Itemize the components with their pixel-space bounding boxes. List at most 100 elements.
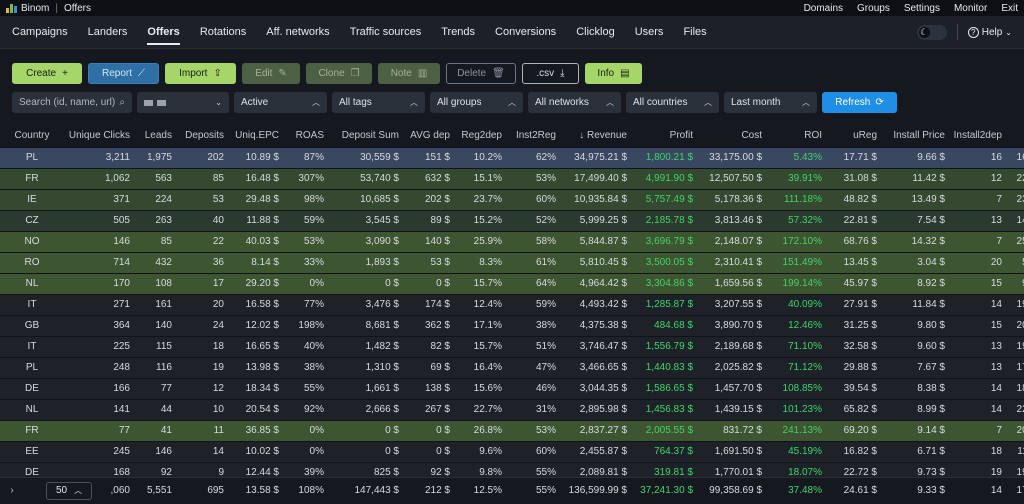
create-button[interactable]: Create +: [12, 63, 82, 84]
report-button[interactable]: Report ⟋: [88, 63, 159, 84]
table-row[interactable]: GB 364 140 24 12.02 $198% 8,681 $362 $17.1% 38…: [0, 314, 1024, 336]
table-row[interactable]: NL 170 108 17 29.20 $0% 0 $0 $15.7% 64% 4,964.4…: [0, 272, 1024, 294]
column-header[interactable]: Inst2Reg: [506, 125, 560, 147]
column-header[interactable]: Unique Clicks: [64, 125, 134, 147]
top-link-groups[interactable]: Groups: [857, 3, 890, 14]
column-header[interactable]: Reg2dep: [454, 125, 506, 147]
help-menu[interactable]: ? Help ⌄: [967, 26, 1012, 38]
table-cell: 10.89 $: [228, 146, 283, 168]
column-header[interactable]: Install2dep: [949, 125, 1006, 147]
table-row[interactable]: FR 77 41 11 36.85 $0% 0 $0 $26.8% 53% 2,837.27 …: [0, 419, 1024, 441]
top-link-settings[interactable]: Settings: [904, 3, 940, 14]
table-cell: 29.88 $: [826, 356, 881, 378]
search-input[interactable]: Search (id, name, url) ⌕: [12, 92, 132, 113]
period-select[interactable]: Last month ︿: [724, 92, 817, 113]
table-cell: 15.1%: [454, 167, 506, 189]
table-cell: EE: [0, 440, 64, 462]
tab-traffic-sources[interactable]: Traffic sources: [340, 16, 432, 48]
table-cell: 89 $: [403, 209, 454, 231]
table-cell: 18.34 $: [228, 377, 283, 399]
column-header[interactable]: Uniq.EPC: [228, 125, 283, 147]
table-cell: 36.85 $: [228, 419, 283, 441]
tab-offers[interactable]: Offers: [137, 16, 189, 48]
table-cell: 14: [949, 293, 1006, 315]
chevron-right-icon[interactable]: ›: [0, 485, 24, 496]
table-cell: 19.1: [1006, 293, 1024, 315]
column-header[interactable]: Profit: [631, 125, 697, 147]
column-header[interactable]: Install Price: [881, 125, 949, 147]
column-header[interactable]: Cost: [697, 125, 766, 147]
csv-export-button[interactable]: .csv ⤓: [522, 63, 579, 84]
column-header[interactable]: Deposit Sum: [328, 125, 403, 147]
column-header[interactable]: Deposits: [176, 125, 228, 147]
tab-users[interactable]: Users: [625, 16, 674, 48]
column-header[interactable]: uReg: [826, 125, 881, 147]
table-cell: 16: [949, 146, 1006, 168]
top-link-domains[interactable]: Domains: [804, 3, 843, 14]
table-row[interactable]: CZ 505 263 40 11.88 $59% 3,545 $89 $15.2% 52% 5…: [0, 209, 1024, 231]
tab-aff-networks[interactable]: Aff. networks: [256, 16, 339, 48]
table-row[interactable]: IT 271 161 20 16.58 $77% 3,476 $174 $12.4% 59%…: [0, 293, 1024, 315]
table-cell: 140 $: [403, 230, 454, 252]
tab-conversions[interactable]: Conversions: [485, 16, 566, 48]
table-cell: 1,440.83 $: [631, 356, 697, 378]
tab-landers[interactable]: Landers: [78, 16, 138, 48]
table-cell: 13.49 $: [881, 188, 949, 210]
refresh-button[interactable]: Refresh ⟳: [822, 92, 897, 113]
table-cell: 0 $: [403, 272, 454, 294]
tab-trends[interactable]: Trends: [431, 16, 485, 48]
edit-button[interactable]: Edit ✎: [242, 63, 300, 84]
clone-button[interactable]: Clone ❐: [306, 63, 372, 84]
table-row[interactable]: PL 248 116 19 13.98 $38% 1,310 $69 $16.4% 47% 3…: [0, 356, 1024, 378]
note-button[interactable]: Note ▥: [378, 63, 440, 84]
column-header[interactable]: AVG dep: [403, 125, 454, 147]
table-cell: 2,310.41 $: [697, 251, 766, 273]
table-row[interactable]: DE 166 77 12 18.34 $55% 1,661 $138 $15.6% 46% 3…: [0, 377, 1024, 399]
column-header[interactable]: ↓ Revenue: [560, 125, 631, 147]
table-row[interactable]: IE 371 224 53 29.48 $98% 10,685 $202 $23.7% 60…: [0, 188, 1024, 210]
table-cell: 8.99 $: [881, 398, 949, 420]
table-cell: 20.54 $: [228, 398, 283, 420]
table-cell: 5,757.49 $: [631, 188, 697, 210]
table-cell: 432: [134, 251, 176, 273]
table-row[interactable]: IT 225 115 18 16.65 $40% 1,482 $82 $15.7% 51% 3…: [0, 335, 1024, 357]
status-select[interactable]: Active ︿: [234, 92, 327, 113]
top-link-monitor[interactable]: Monitor: [954, 3, 987, 14]
help-label: Help: [981, 26, 1003, 38]
brand-name: Binom: [21, 2, 50, 14]
table-cell: 161: [134, 293, 176, 315]
tab-clicklog[interactable]: Clicklog: [566, 16, 625, 48]
total-cell: 37.48%: [788, 485, 822, 496]
column-header[interactable]: ROI: [766, 125, 826, 147]
theme-toggle[interactable]: ☾: [916, 24, 947, 40]
column-header[interactable]: ROAS: [283, 125, 328, 147]
table-row[interactable]: NL 141 44 10 20.54 $92% 2,666 $267 $22.7% 31% 2…: [0, 398, 1024, 420]
table-row[interactable]: RO 714 432 36 8.14 $33% 1,893 $53 $8.3% 61% 5,8…: [0, 251, 1024, 273]
refresh-label: Refresh: [835, 97, 871, 108]
table-cell: 140: [134, 314, 176, 336]
brand[interactable]: Binom | Offers: [6, 3, 91, 14]
networks-select[interactable]: All networks ︿: [528, 92, 621, 113]
column-header[interactable]: Leads: [134, 125, 176, 147]
status-value: Active: [241, 97, 269, 108]
flag-filter-select[interactable]: ⌄: [137, 92, 229, 113]
column-header[interactable]: c: [1006, 125, 1024, 147]
tab-files[interactable]: Files: [673, 16, 716, 48]
book-icon: ▥: [417, 68, 428, 79]
column-header[interactable]: Country: [0, 125, 64, 147]
table-row[interactable]: EE 245 146 14 10.02 $0% 0 $0 $9.6% 60% 2,455.87…: [0, 440, 1024, 462]
tab-rotations[interactable]: Rotations: [190, 16, 256, 48]
info-button[interactable]: Info ▤: [585, 63, 642, 84]
tab-campaigns[interactable]: Campaigns: [12, 16, 78, 48]
delete-button[interactable]: Delete 🗑: [446, 63, 516, 84]
top-link-exit[interactable]: Exit: [1001, 3, 1018, 14]
table-row[interactable]: FR 1,062 563 85 16.48 $307% 53,740 $632 $15.1…: [0, 167, 1024, 189]
countries-select[interactable]: All countries ︿: [626, 92, 719, 113]
chevron-down-icon: ⌄: [215, 98, 222, 107]
table-row[interactable]: NO 146 85 22 40.03 $53% 3,090 $140 $25.9% 58% 5…: [0, 230, 1024, 252]
tags-select[interactable]: All tags ︿: [332, 92, 425, 113]
import-button[interactable]: Import ⇪: [165, 63, 236, 84]
table-cell: 151.49%: [766, 251, 826, 273]
groups-select[interactable]: All groups ︿: [430, 92, 523, 113]
table-row[interactable]: PL 3,211 1,975 202 10.89 $87% 30,559 $151 $10…: [0, 146, 1024, 168]
